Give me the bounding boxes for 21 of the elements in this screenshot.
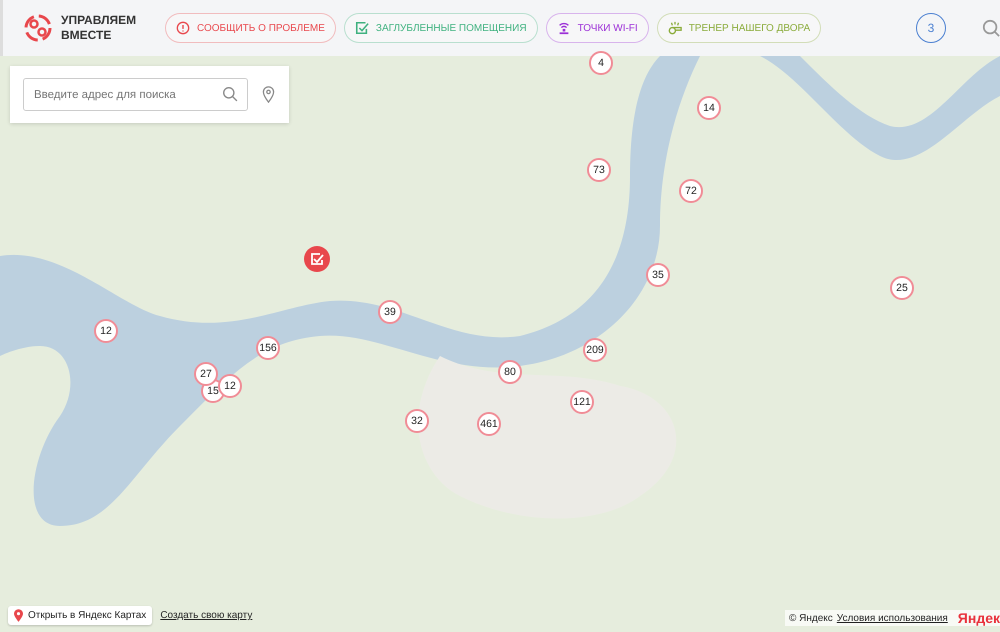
- alert-icon: [176, 21, 190, 35]
- logo-icon: [23, 13, 53, 43]
- search-icon[interactable]: [222, 86, 239, 103]
- logo-text: УПРАВЛЯЕМ ВМЕСТЕ: [61, 13, 138, 43]
- category-button[interactable]: СООБЩИТЬ О ПРОБЛЕМЕ: [165, 13, 336, 43]
- open-in-maps-link[interactable]: Открыть в Яндекс Картах: [8, 606, 152, 625]
- location-pin-icon[interactable]: [262, 86, 275, 103]
- terms-link[interactable]: Условия использования: [836, 612, 948, 624]
- problem-marker-icon[interactable]: [304, 246, 330, 272]
- wifi-icon: [556, 21, 571, 35]
- copyright-text: © Яндекс: [789, 612, 833, 624]
- whistle-icon: [668, 21, 682, 35]
- map-pin-icon: [14, 609, 23, 622]
- search-icon[interactable]: [982, 19, 1000, 37]
- category-button[interactable]: ТОЧКИ WI-FI: [546, 13, 649, 43]
- counter-badge[interactable]: 3: [916, 13, 946, 43]
- checkbox-icon: [354, 21, 369, 35]
- cluster-marker[interactable]: 4: [589, 51, 613, 75]
- create-map-link[interactable]: Создать свою карту: [160, 610, 252, 621]
- address-search-field[interactable]: Введите адрес для поиска: [23, 78, 248, 111]
- brand-logo: Яндек: [958, 610, 1000, 626]
